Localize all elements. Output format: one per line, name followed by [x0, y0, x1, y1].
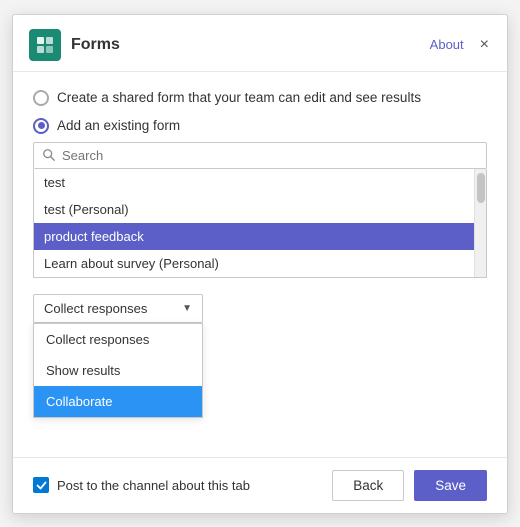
- back-button[interactable]: Back: [332, 470, 404, 501]
- dropdown-item-collect[interactable]: Collect responses: [34, 324, 202, 355]
- save-button[interactable]: Save: [414, 470, 487, 501]
- add-existing-radio[interactable]: [33, 118, 49, 134]
- dropdown-item-collaborate[interactable]: Collaborate: [34, 386, 202, 417]
- dialog-header: Forms About ×: [13, 15, 507, 72]
- search-box: [33, 142, 487, 169]
- scrollbar-thumb[interactable]: [477, 173, 485, 203]
- dropdown-container: Collect responses ▼ Collect responses Sh…: [33, 294, 487, 323]
- dropdown-arrow-icon: ▼: [182, 303, 192, 314]
- about-link[interactable]: About: [430, 37, 464, 52]
- add-existing-option[interactable]: Add an existing form: [33, 118, 487, 134]
- create-shared-option[interactable]: Create a shared form that your team can …: [33, 90, 487, 106]
- dropdown-selected-label: Collect responses: [44, 301, 147, 316]
- header-actions: About ×: [430, 37, 491, 53]
- app-icon: [29, 29, 61, 61]
- list-item-active[interactable]: product feedback: [34, 223, 474, 250]
- search-icon: [42, 148, 56, 162]
- scrollbar-track[interactable]: [474, 169, 486, 277]
- post-channel-label: Post to the channel about this tab: [57, 478, 250, 493]
- post-channel-checkbox[interactable]: [33, 477, 49, 493]
- form-list-container: test test (Personal) product feedback Le…: [33, 169, 487, 278]
- post-channel-area: Post to the channel about this tab: [33, 477, 322, 493]
- form-items: test test (Personal) product feedback Le…: [34, 169, 474, 277]
- dialog-footer: Post to the channel about this tab Back …: [13, 457, 507, 513]
- list-item[interactable]: Learn about survey (Personal): [34, 250, 474, 277]
- dialog-body: Create a shared form that your team can …: [13, 72, 507, 457]
- dialog-title: Forms: [71, 36, 430, 54]
- checkmark-icon: [36, 480, 47, 491]
- close-button[interactable]: ×: [478, 37, 491, 53]
- add-existing-label: Add an existing form: [57, 118, 180, 133]
- dropdown-item-results[interactable]: Show results: [34, 355, 202, 386]
- dropdown-trigger[interactable]: Collect responses ▼: [33, 294, 203, 323]
- list-item[interactable]: test: [34, 169, 474, 196]
- dropdown-menu: Collect responses Show results Collabora…: [33, 323, 203, 418]
- create-shared-radio[interactable]: [33, 90, 49, 106]
- dialog: Forms About × Create a shared form that …: [12, 14, 508, 514]
- search-input[interactable]: [62, 148, 478, 163]
- list-item[interactable]: test (Personal): [34, 196, 474, 223]
- create-shared-label: Create a shared form that your team can …: [57, 90, 421, 105]
